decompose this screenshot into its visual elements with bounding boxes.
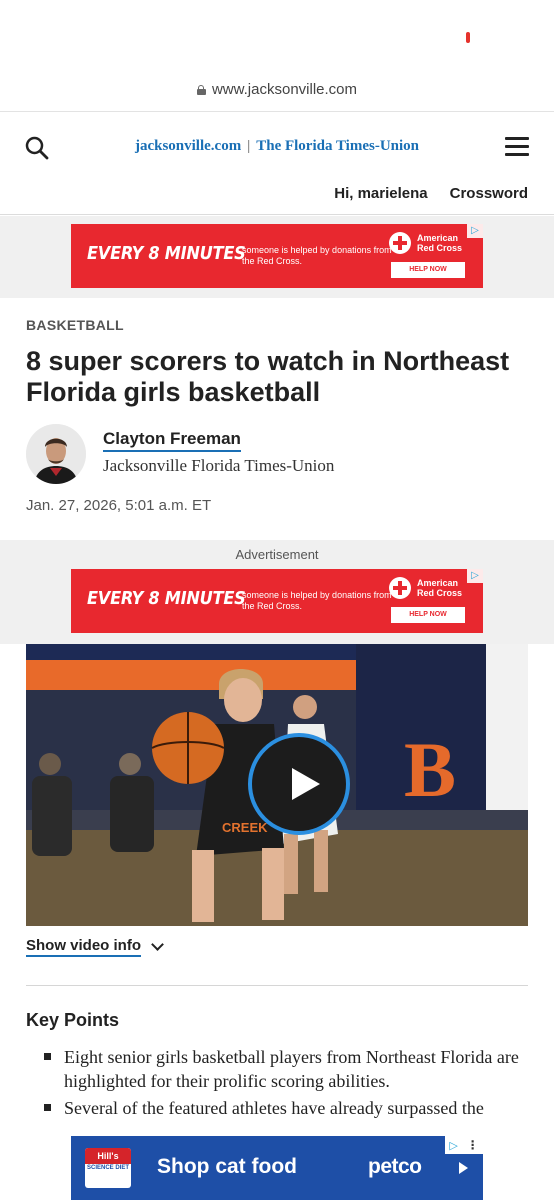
hills-logo-subtext: SCIENCE DIET: [86, 1165, 129, 1171]
mid-ad-band: Advertisement EVERY 8 MINUTES someone is…: [0, 540, 554, 644]
site-brand[interactable]: jacksonville.com | The Florida Times-Union: [0, 138, 554, 155]
adchoices-icon[interactable]: ▷: [467, 224, 483, 238]
red-cross-icon: [389, 577, 411, 599]
lock-icon: [196, 84, 206, 95]
key-point-item: Eight senior girls basketball players fr…: [44, 1045, 534, 1093]
byline: Clayton Freeman Jacksonville Florida Tim…: [26, 424, 334, 484]
author-organization: Jacksonville Florida Times-Union: [103, 455, 335, 475]
brand-primary: jacksonville.com: [134, 138, 242, 154]
svg-text:CREEK: CREEK: [222, 820, 268, 835]
url-bar[interactable]: www.jacksonville.com: [0, 70, 554, 112]
key-point-text: Eight senior girls basketball players fr…: [64, 1047, 519, 1091]
ad-org-line2: Red Cross: [417, 588, 463, 598]
svg-text:B: B: [404, 726, 456, 813]
show-video-info-toggle[interactable]: Show video info: [26, 937, 164, 957]
advertisement-label: Advertisement: [235, 547, 319, 562]
arrow-right-icon: [459, 1162, 468, 1174]
help-now-button[interactable]: HELP NOW: [391, 262, 465, 278]
video-player[interactable]: B CREEK: [26, 644, 528, 926]
key-point-text: Several of the featured athletes have al…: [64, 1098, 484, 1118]
bullet-icon: [44, 1104, 51, 1111]
ad-headline: Shop cat food: [157, 1155, 297, 1178]
top-ad-band: EVERY 8 MINUTES someone is helped by don…: [0, 216, 554, 298]
key-point-item: Several of the featured athletes have al…: [44, 1096, 534, 1120]
ad-subtext: someone is helped by donations from the …: [242, 590, 392, 611]
author-name-link[interactable]: Clayton Freeman: [103, 429, 241, 452]
url-text[interactable]: www.jacksonville.com: [212, 81, 357, 98]
red-cross-icon: [389, 232, 411, 254]
red-cross-ad-banner-2[interactable]: EVERY 8 MINUTES someone is helped by don…: [71, 569, 483, 633]
hamburger-menu-icon[interactable]: [505, 137, 529, 157]
hills-logo: Hill's SCIENCE DIET: [85, 1148, 131, 1188]
brand-separator: |: [247, 138, 251, 154]
hills-logo-text: Hill's: [85, 1148, 131, 1164]
section-label[interactable]: BASKETBALL: [26, 317, 124, 333]
red-cross-ad-banner[interactable]: EVERY 8 MINUTES someone is helped by don…: [71, 224, 483, 288]
red-cross-logo: American Red Cross: [389, 577, 462, 599]
site-header: jacksonville.com | The Florida Times-Union…: [0, 113, 554, 215]
play-icon: [292, 768, 320, 800]
publish-date: Jan. 27, 2026, 5:01 a.m. ET: [26, 497, 212, 514]
key-points-title: Key Points: [26, 1010, 120, 1030]
crossword-link[interactable]: Crossword: [450, 185, 528, 202]
ad-headline: EVERY 8 MINUTES: [87, 588, 246, 609]
petco-logo: petco: [368, 1155, 422, 1178]
brand-secondary: The Florida Times-Union: [256, 138, 420, 154]
author-avatar[interactable]: [26, 424, 86, 484]
video-info-label: Show video info: [26, 937, 141, 957]
ad-subtext: someone is helped by donations from the …: [242, 245, 392, 266]
status-bar: [0, 0, 554, 70]
section-divider: [26, 985, 528, 986]
ad-org-line1: American: [417, 233, 459, 243]
user-greeting-link[interactable]: Hi, marielena: [334, 185, 427, 202]
red-cross-logo: American Red Cross: [389, 232, 462, 254]
recording-indicator-icon: [466, 32, 470, 43]
more-options-icon[interactable]: ⋮: [467, 1139, 479, 1151]
help-now-button[interactable]: HELP NOW: [391, 607, 465, 623]
article-headline: 8 super scorers to watch in Northeast Fl…: [26, 346, 510, 407]
ad-org-line2: Red Cross: [417, 243, 463, 253]
adchoices-icon[interactable]: ▷: [467, 569, 483, 583]
ad-headline: EVERY 8 MINUTES: [87, 243, 246, 264]
ad-org-line1: American: [417, 578, 459, 588]
chevron-down-icon: [151, 937, 164, 951]
petco-sticky-ad[interactable]: Hill's SCIENCE DIET Shop cat food petco …: [71, 1136, 483, 1200]
key-points-list: Eight senior girls basketball players fr…: [44, 1045, 534, 1123]
ad-options[interactable]: ▷ ⋮: [445, 1136, 483, 1154]
adchoices-icon[interactable]: ▷: [449, 1139, 457, 1152]
play-button[interactable]: [248, 733, 350, 835]
bullet-icon: [44, 1053, 51, 1060]
